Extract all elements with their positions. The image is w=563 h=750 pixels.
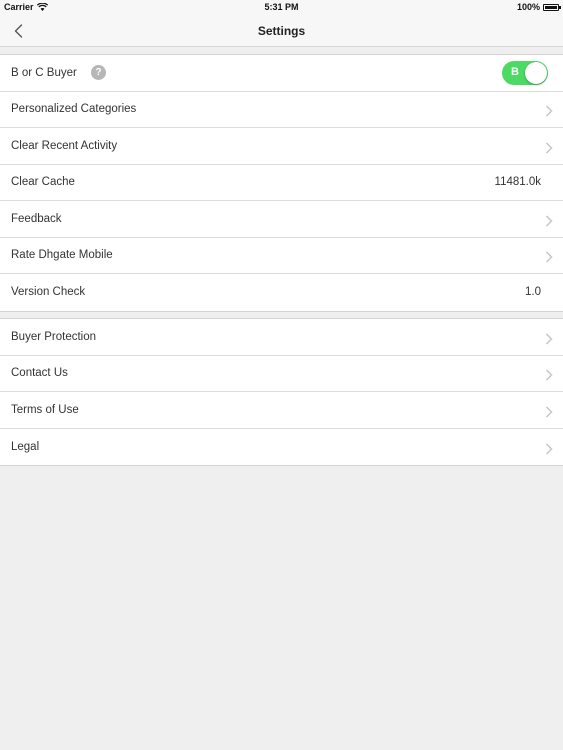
row-contact-us[interactable]: Contact Us [0,356,563,392]
version-check-label: Version Check [11,286,86,299]
buyer-type-toggle[interactable]: B [502,60,548,85]
chevron-right-icon [545,333,553,345]
row-personalized-categories[interactable]: Personalized Categories [0,92,563,128]
battery-icon [543,3,561,11]
status-bar: Carrier 5:31 PM 100% [0,0,563,15]
feedback-label: Feedback [11,212,62,225]
row-clear-recent-activity[interactable]: Clear Recent Activity [0,128,563,165]
status-right: 100% [516,2,561,12]
row-feedback[interactable]: Feedback [0,201,563,238]
row-buyer-protection[interactable]: Buyer Protection [0,319,563,356]
page-title: Settings [257,24,306,38]
chevron-right-icon [545,142,553,154]
chevron-right-icon [545,105,553,117]
buyer-protection-label: Buyer Protection [11,330,97,343]
buyer-type-label: B or C Buyer [11,66,77,79]
contact-us-label: Contact Us [11,367,68,380]
status-time: 5:31 PM [264,2,299,12]
row-clear-cache[interactable]: Clear Cache 11481.0k [0,165,563,201]
cache-size-value: 11481.0k [494,176,541,189]
row-buyer-type: B or C Buyer ? B [0,55,563,92]
chevron-right-icon [545,369,553,381]
settings-group-general: B or C Buyer ? B Personalized Categories… [0,54,563,312]
row-legal[interactable]: Legal [0,429,563,466]
chevron-right-icon [545,251,553,263]
rate-app-label: Rate Dhgate Mobile [11,249,113,262]
chevron-right-icon [545,443,553,455]
clear-cache-label: Clear Cache [11,176,75,189]
clear-recent-activity-label: Clear Recent Activity [11,139,118,152]
row-rate-app[interactable]: Rate Dhgate Mobile [0,238,563,274]
help-icon[interactable]: ? [91,65,106,81]
chevron-right-icon [545,215,553,227]
chevron-right-icon [545,406,553,418]
legal-label: Legal [11,440,40,453]
version-value: 1.0 [525,286,541,299]
navigation-bar: Settings [0,15,563,47]
row-version-check[interactable]: Version Check 1.0 [0,274,563,311]
toggle-label: B [511,65,519,78]
terms-of-use-label: Terms of Use [11,403,79,416]
toggle-knob [525,61,547,84]
personalized-categories-label: Personalized Categories [11,103,137,116]
settings-group-info: Buyer Protection Contact Us Terms of Use… [0,318,563,466]
battery-percent: 100% [516,2,540,12]
row-terms-of-use[interactable]: Terms of Use [0,392,563,429]
